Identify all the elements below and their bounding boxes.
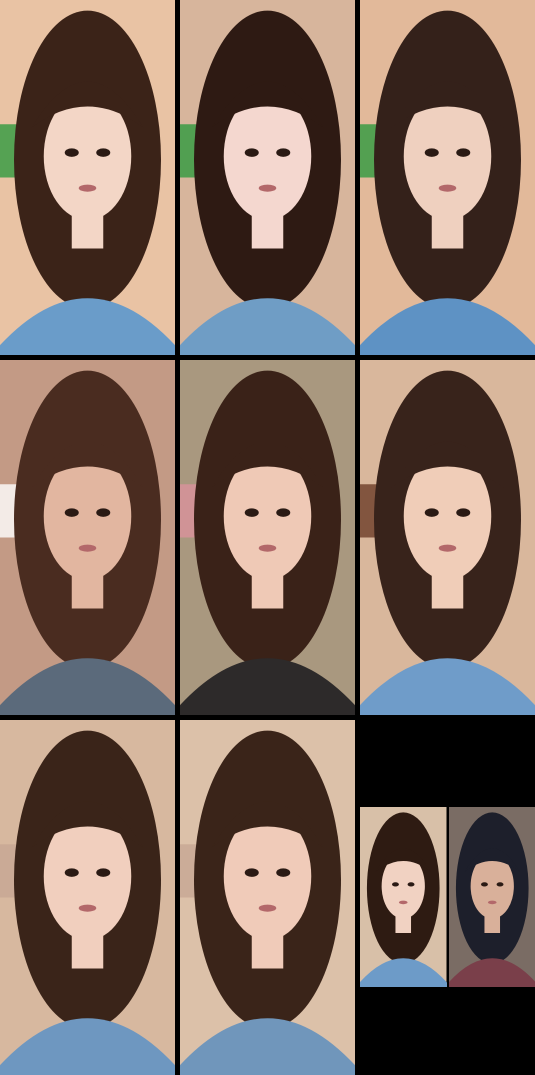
pip-right-frame — [448, 807, 535, 987]
video-tile-1[interactable] — [0, 0, 175, 355]
video-tile-8[interactable] — [180, 720, 355, 1075]
video-tile-5[interactable] — [180, 360, 355, 715]
video-tile-4[interactable] — [0, 360, 175, 715]
video-tile-3[interactable] — [360, 0, 535, 355]
video-grid — [0, 0, 535, 1075]
video-tile-9 — [360, 720, 535, 1075]
picture-in-picture[interactable] — [360, 807, 535, 987]
video-tile-6[interactable] — [360, 360, 535, 715]
pip-left-frame — [360, 807, 447, 987]
video-tile-7[interactable] — [0, 720, 175, 1075]
video-tile-2[interactable] — [180, 0, 355, 355]
